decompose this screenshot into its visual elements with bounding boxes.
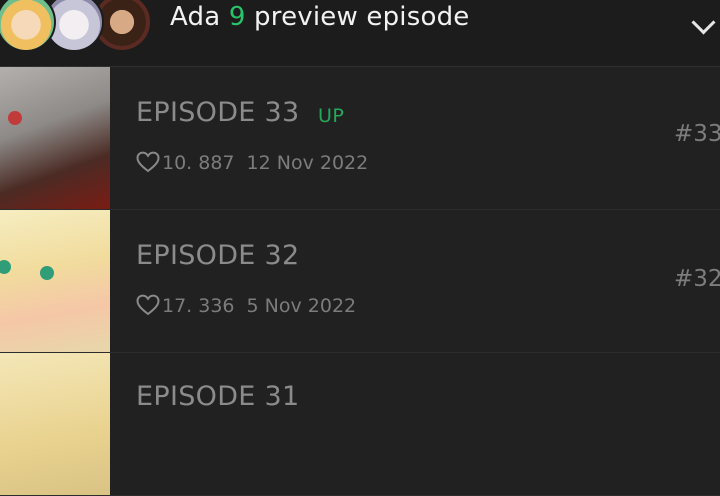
avatar	[0, 0, 56, 52]
heart-icon[interactable]	[136, 151, 160, 173]
eye-detail	[8, 111, 22, 125]
preview-header[interactable]: Ada 9 preview episode	[0, 0, 720, 67]
episode-number: #33	[674, 121, 720, 147]
episode-title: EPISODE 33	[136, 97, 300, 128]
episode-row-31[interactable]: EPISODE 31	[0, 353, 720, 496]
episode-meta: 10. 887 12 Nov 2022	[136, 151, 368, 174]
like-count: 17. 336	[162, 295, 235, 317]
up-badge: UP	[318, 105, 345, 127]
episode-row-33[interactable]: EPISODE 33 UP 10. 887 12 Nov 2022 #33	[0, 67, 720, 210]
like-count: 10. 887	[162, 152, 235, 174]
eye-detail	[0, 260, 11, 274]
episode-meta: 17. 336 5 Nov 2022	[136, 294, 356, 317]
episode-thumbnail	[0, 67, 110, 209]
chevron-down-icon[interactable]	[691, 10, 716, 35]
episode-title: EPISODE 32	[136, 240, 300, 271]
eye-detail	[40, 266, 54, 280]
heart-icon[interactable]	[136, 294, 160, 316]
episode-title: EPISODE 31	[136, 381, 300, 412]
episode-number: #32	[674, 266, 720, 292]
episode-thumbnail	[0, 210, 110, 352]
preview-count: 9	[228, 2, 246, 32]
release-date: 12 Nov 2022	[246, 152, 369, 174]
release-date: 5 Nov 2022	[246, 295, 357, 317]
preview-count-text: Ada 9 preview episode	[170, 2, 470, 32]
episode-row-32[interactable]: EPISODE 32 17. 336 5 Nov 2022 #32	[0, 210, 720, 353]
episode-thumbnail	[0, 353, 110, 495]
